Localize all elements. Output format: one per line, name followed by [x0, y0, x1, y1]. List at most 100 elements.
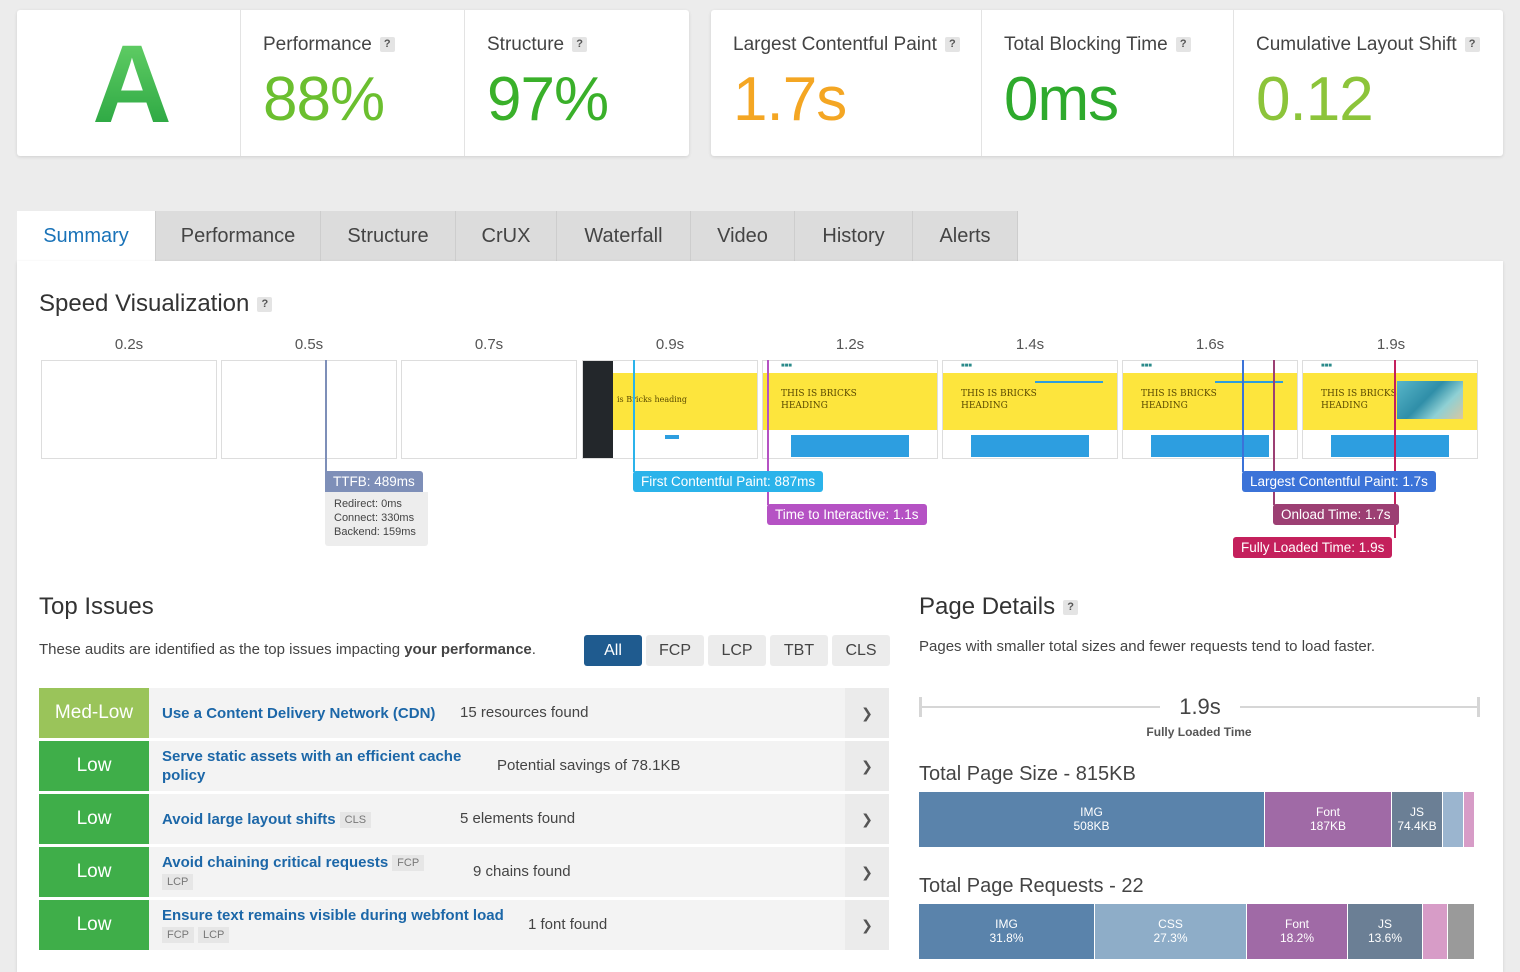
- issue-row[interactable]: Low Avoid chaining critical requests FCP L…: [39, 847, 889, 897]
- bar-segment[interactable]: [1443, 792, 1463, 847]
- frame-photo: [1397, 381, 1463, 419]
- segment-value: 187KB: [1309, 819, 1347, 833]
- filmstrip-frame[interactable]: is Bricks heading: [582, 360, 758, 459]
- filmstrip-frame[interactable]: ■■■ THIS IS BRICKS HEADING: [942, 360, 1118, 459]
- ttfb-marker-label: TTFB: 489ms: [325, 471, 423, 492]
- segment-value: 13.6%: [1367, 931, 1403, 945]
- frame-logo: ■■■: [1321, 363, 1332, 369]
- tti-marker-label: Time to Interactive: 1.1s: [767, 504, 927, 525]
- lcp-label: Largest Contentful Paint: [733, 34, 937, 55]
- tbt-value: 0ms: [1004, 65, 1119, 134]
- tab-crux[interactable]: CrUX: [456, 211, 557, 261]
- help-icon[interactable]: ?: [1464, 37, 1480, 53]
- bar-segment[interactable]: Font 187KB: [1265, 792, 1391, 847]
- frame-logo: ■■■: [781, 363, 792, 369]
- segment-type: CSS: [1158, 917, 1183, 931]
- frame-button: [971, 435, 1089, 457]
- frame-button: [1331, 435, 1449, 457]
- fully-loaded-value: 1.9s: [1160, 694, 1240, 720]
- tab-structure[interactable]: Structure: [321, 211, 456, 261]
- segment-type: IMG: [1080, 805, 1103, 819]
- chevron-down-icon[interactable]: ❯: [845, 794, 889, 844]
- chevron-down-icon[interactable]: ❯: [845, 741, 889, 791]
- bar-segment[interactable]: JS 74.4KB: [1392, 792, 1442, 847]
- page-size-bar: IMG 508KB Font 187KB JS 74.4KB: [919, 792, 1474, 847]
- frame-heading: is Bricks heading: [617, 395, 688, 404]
- track-cap-right: [1477, 697, 1480, 717]
- help-icon[interactable]: ?: [379, 37, 395, 53]
- bar-segment[interactable]: [1423, 904, 1447, 959]
- tab-performance[interactable]: Performance: [156, 211, 321, 261]
- chevron-down-icon[interactable]: ❯: [845, 900, 889, 950]
- chevron-down-icon[interactable]: ❯: [845, 688, 889, 738]
- help-icon[interactable]: ?: [572, 37, 588, 53]
- score-card: A Performance? 88% Structure? 97%: [17, 10, 689, 156]
- metric-tag: LCP: [198, 927, 230, 944]
- tab-summary[interactable]: Summary: [17, 211, 156, 261]
- cls-value: 0.12: [1256, 65, 1374, 134]
- tab-video[interactable]: Video: [691, 211, 795, 261]
- help-icon[interactable]: ?: [1063, 600, 1079, 616]
- bar-segment[interactable]: [1448, 904, 1474, 959]
- cls-label: Cumulative Layout Shift: [1256, 34, 1457, 55]
- bar-segment[interactable]: Font 18.2%: [1247, 904, 1347, 959]
- grade-letter: A: [77, 20, 187, 150]
- filmstrip-frame[interactable]: [221, 360, 397, 459]
- filmstrip-frame[interactable]: ■■■ THIS IS BRICKS HEADING: [1302, 360, 1478, 459]
- help-icon[interactable]: ?: [1175, 37, 1191, 53]
- chevron-down-icon[interactable]: ❯: [845, 847, 889, 897]
- severity-badge: Low: [39, 900, 149, 950]
- cls-metric: Cumulative Layout Shift? 0.12: [1233, 10, 1503, 156]
- issue-title[interactable]: Use a Content Delivery Network (CDN): [162, 704, 435, 723]
- time-tick: 0.5s: [294, 336, 324, 353]
- tab-history[interactable]: History: [795, 211, 913, 261]
- performance-value: 88%: [263, 65, 385, 134]
- segment-value: 27.3%: [1153, 931, 1188, 945]
- bar-segment[interactable]: IMG 31.8%: [919, 904, 1094, 959]
- ttfb-breakdown: Redirect: 0ms Connect: 330ms Backend: 15…: [325, 492, 428, 546]
- issue-row[interactable]: Low Avoid large layout shifts CLS 5 eleme…: [39, 794, 889, 844]
- structure-label: Structure: [487, 34, 565, 55]
- performance-label: Performance: [263, 34, 372, 55]
- structure-score: Structure? 97%: [464, 10, 689, 156]
- speed-visualization-title: Speed Visualization?: [39, 290, 273, 318]
- bar-segment[interactable]: IMG 508KB: [919, 792, 1264, 847]
- bar-segment[interactable]: [1464, 792, 1474, 847]
- severity-badge: Med-Low: [39, 688, 149, 738]
- top-issues-description: These audits are identified as the top i…: [39, 641, 536, 658]
- page-details-description: Pages with smaller total sizes and fewer…: [919, 638, 1376, 655]
- help-icon[interactable]: ?: [257, 297, 273, 313]
- severity-badge: Low: [39, 847, 149, 897]
- bar-segment[interactable]: CSS 27.3%: [1095, 904, 1246, 959]
- filmstrip-frame[interactable]: ■■■ THIS IS BRICKS HEADING: [762, 360, 938, 459]
- filmstrip-frame[interactable]: ■■■ THIS IS BRICKS HEADING: [1122, 360, 1298, 459]
- filter-tbt[interactable]: TBT: [770, 635, 828, 666]
- issue-title[interactable]: Avoid large layout shifts CLS: [162, 810, 372, 829]
- tab-alerts[interactable]: Alerts: [913, 211, 1018, 261]
- issue-title[interactable]: Avoid chaining critical requests FCP LCP: [162, 853, 425, 891]
- fcp-marker-label: First Contentful Paint: 887ms: [633, 471, 824, 492]
- filmstrip-frame[interactable]: [41, 360, 217, 459]
- filmstrip-frame[interactable]: [401, 360, 577, 459]
- time-tick: 0.2s: [114, 336, 144, 353]
- segment-value: 31.8%: [989, 931, 1024, 945]
- filter-cls[interactable]: CLS: [832, 635, 890, 666]
- filter-fcp[interactable]: FCP: [646, 635, 704, 666]
- frame-logo: ■■■: [1141, 363, 1152, 369]
- onload-marker-label: Onload Time: 1.7s: [1273, 504, 1399, 525]
- issue-title[interactable]: Serve static assets with an efficient ca…: [162, 747, 461, 785]
- time-tick: 0.9s: [655, 336, 685, 353]
- bar-segment[interactable]: JS 13.6%: [1348, 904, 1422, 959]
- issue-row[interactable]: Med-Low Use a Content Delivery Network (…: [39, 688, 889, 738]
- time-tick: 1.4s: [1015, 336, 1045, 353]
- filter-all[interactable]: All: [584, 635, 642, 666]
- tab-waterfall[interactable]: Waterfall: [557, 211, 691, 261]
- help-icon[interactable]: ?: [944, 37, 960, 53]
- filter-lcp[interactable]: LCP: [708, 635, 766, 666]
- issue-title[interactable]: Ensure text remains visible during webfo…: [162, 906, 504, 944]
- issue-row[interactable]: Low Serve static assets with an efficien…: [39, 741, 889, 791]
- issue-row[interactable]: Low Ensure text remains visible during w…: [39, 900, 889, 950]
- metric-tag: FCP: [162, 927, 194, 944]
- lcp-value: 1.7s: [733, 65, 847, 134]
- frame-button: [791, 435, 909, 457]
